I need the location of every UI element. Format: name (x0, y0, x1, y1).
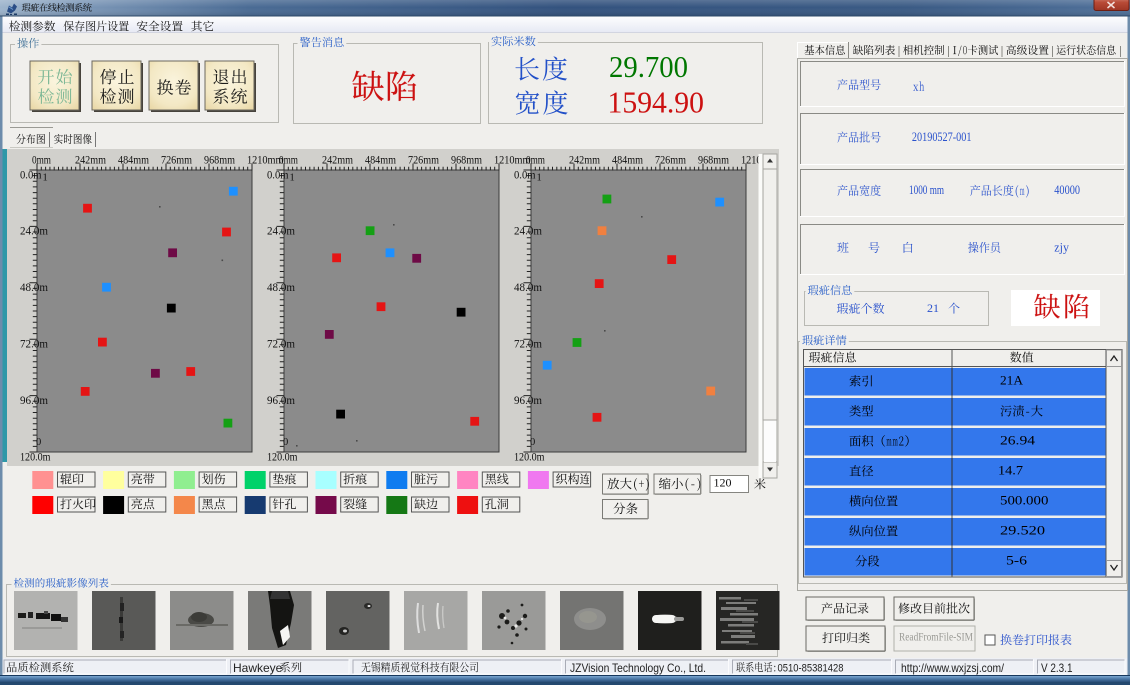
svg-text:72.0m: 72.0m (514, 339, 542, 351)
svg-text:120.0m: 120.0m (267, 451, 298, 463)
svg-text:120.0m: 120.0m (514, 451, 545, 463)
svg-text:242mm: 242mm (75, 155, 106, 167)
svg-text:0: 0 (283, 437, 288, 448)
svg-text:968mm: 968mm (204, 155, 235, 167)
svg-text:120.0m: 120.0m (20, 451, 51, 463)
svg-text:24.0m: 24.0m (20, 226, 48, 238)
svg-text:96.0m: 96.0m (20, 395, 48, 407)
svg-text:0.0m: 0.0m (20, 169, 42, 181)
svg-text:48.0m: 48.0m (514, 282, 542, 294)
svg-text:JZVision Technology Co., Ltd.: JZVision Technology Co., Ltd. (570, 661, 706, 675)
svg-text:24.0m: 24.0m (514, 226, 542, 238)
svg-text:0mm: 0mm (32, 155, 51, 167)
svg-text:29.520: 29.520 (1000, 524, 1045, 538)
svg-text:1: 1 (290, 173, 295, 184)
svg-text:48.0m: 48.0m (20, 282, 48, 294)
svg-text:26.94: 26.94 (1000, 433, 1036, 447)
svg-text:48.0m: 48.0m (267, 282, 295, 294)
svg-text:0.0m: 0.0m (267, 169, 289, 181)
svg-text:14.7: 14.7 (998, 463, 1023, 477)
svg-text:21A: 21A (1000, 373, 1023, 387)
svg-text:726mm: 726mm (408, 155, 439, 167)
svg-text:72.0m: 72.0m (20, 339, 48, 351)
svg-text:120: 120 (714, 476, 732, 490)
svg-text:zjy: zjy (1054, 240, 1069, 254)
svg-text:0mm: 0mm (279, 155, 298, 167)
svg-text:242mm: 242mm (569, 155, 600, 167)
svg-text:968mm: 968mm (698, 155, 729, 167)
svg-text:0: 0 (36, 437, 41, 448)
svg-text:96.0m: 96.0m (267, 395, 295, 407)
svg-text:0: 0 (530, 437, 535, 448)
svg-text:484mm: 484mm (365, 155, 396, 167)
svg-text:500.000: 500.000 (1000, 493, 1048, 507)
svg-text:Hawkeye: Hawkeye (233, 661, 283, 675)
svg-text:0mm: 0mm (526, 155, 545, 167)
svg-text:1594.90: 1594.90 (608, 85, 705, 120)
svg-text:242mm: 242mm (322, 155, 353, 167)
svg-text:20190527-001: 20190527-001 (912, 130, 972, 144)
svg-text:484mm: 484mm (612, 155, 643, 167)
svg-text:96.0m: 96.0m (514, 395, 542, 407)
svg-text:V 2.3.1: V 2.3.1 (1041, 661, 1073, 675)
svg-text:40000: 40000 (1054, 183, 1080, 197)
svg-text:726mm: 726mm (655, 155, 686, 167)
svg-text:968mm: 968mm (451, 155, 482, 167)
svg-text:1: 1 (43, 173, 48, 184)
svg-text:5-6: 5-6 (1006, 554, 1027, 568)
svg-text:1: 1 (537, 173, 542, 184)
svg-text:0510-85381428: 0510-85381428 (778, 662, 844, 674)
svg-text:0.0m: 0.0m (514, 169, 536, 181)
svg-text:72.0m: 72.0m (267, 339, 295, 351)
svg-text:21: 21 (927, 301, 939, 315)
svg-text:726mm: 726mm (161, 155, 192, 167)
svg-text:24.0m: 24.0m (267, 226, 295, 238)
svg-text:484mm: 484mm (118, 155, 149, 167)
svg-text:29.700: 29.700 (609, 49, 688, 84)
svg-text:ReadFromFile-SIM: ReadFromFile-SIM (899, 632, 973, 644)
svg-text:http://www.wxjzsj.com/: http://www.wxjzsj.com/ (901, 661, 1005, 675)
svg-text:1000 mm: 1000 mm (909, 183, 944, 197)
